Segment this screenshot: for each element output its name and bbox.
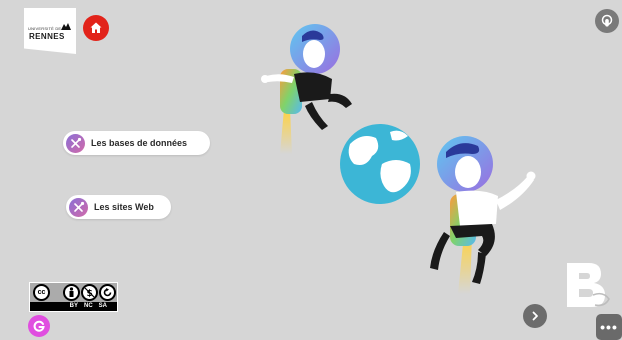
university-logo: UNIVERSITÉ DE RENNES [24,8,76,54]
license-sa-label: SA [98,303,107,309]
home-icon [90,22,102,33]
link-bases-de-donnees[interactable]: Les bases de données [63,131,210,155]
brand-b-logo [567,263,610,307]
more-options-button[interactable]: ••• [596,314,622,340]
creative-commons-badge: cc $ BY NC SA [29,282,118,312]
globe-illustration [340,124,420,204]
touch-button[interactable] [595,9,619,33]
tools-icon [66,133,85,153]
chevron-right-icon [532,311,538,321]
license-by-label: BY [69,303,78,309]
license-nc-label: NC [83,303,93,309]
link-sites-web[interactable]: Les sites Web [66,195,171,219]
sa-icon [99,284,116,301]
next-slide-button[interactable] [523,304,547,328]
cc-icon: cc [33,284,50,301]
astronauts-illustration [261,24,536,294]
touch-icon [601,14,613,27]
logo-university-name: RENNES [29,32,65,41]
link-label: Les bases de données [91,138,188,148]
genially-icon [33,320,45,332]
home-button[interactable] [83,15,109,41]
tools-icon [69,197,88,217]
link-label: Les sites Web [94,202,154,212]
logo-ermine-icon [61,23,71,30]
slide-canvas: UNIVERSITÉ DE RENNES Les bases de donnée… [0,0,622,340]
by-icon [63,284,80,301]
astronaut-top [261,24,352,154]
astronaut-bottom [430,136,536,294]
genially-button[interactable] [28,315,50,337]
nc-icon: $ [81,284,98,301]
logo-university-small-text: UNIVERSITÉ DE [28,26,62,31]
